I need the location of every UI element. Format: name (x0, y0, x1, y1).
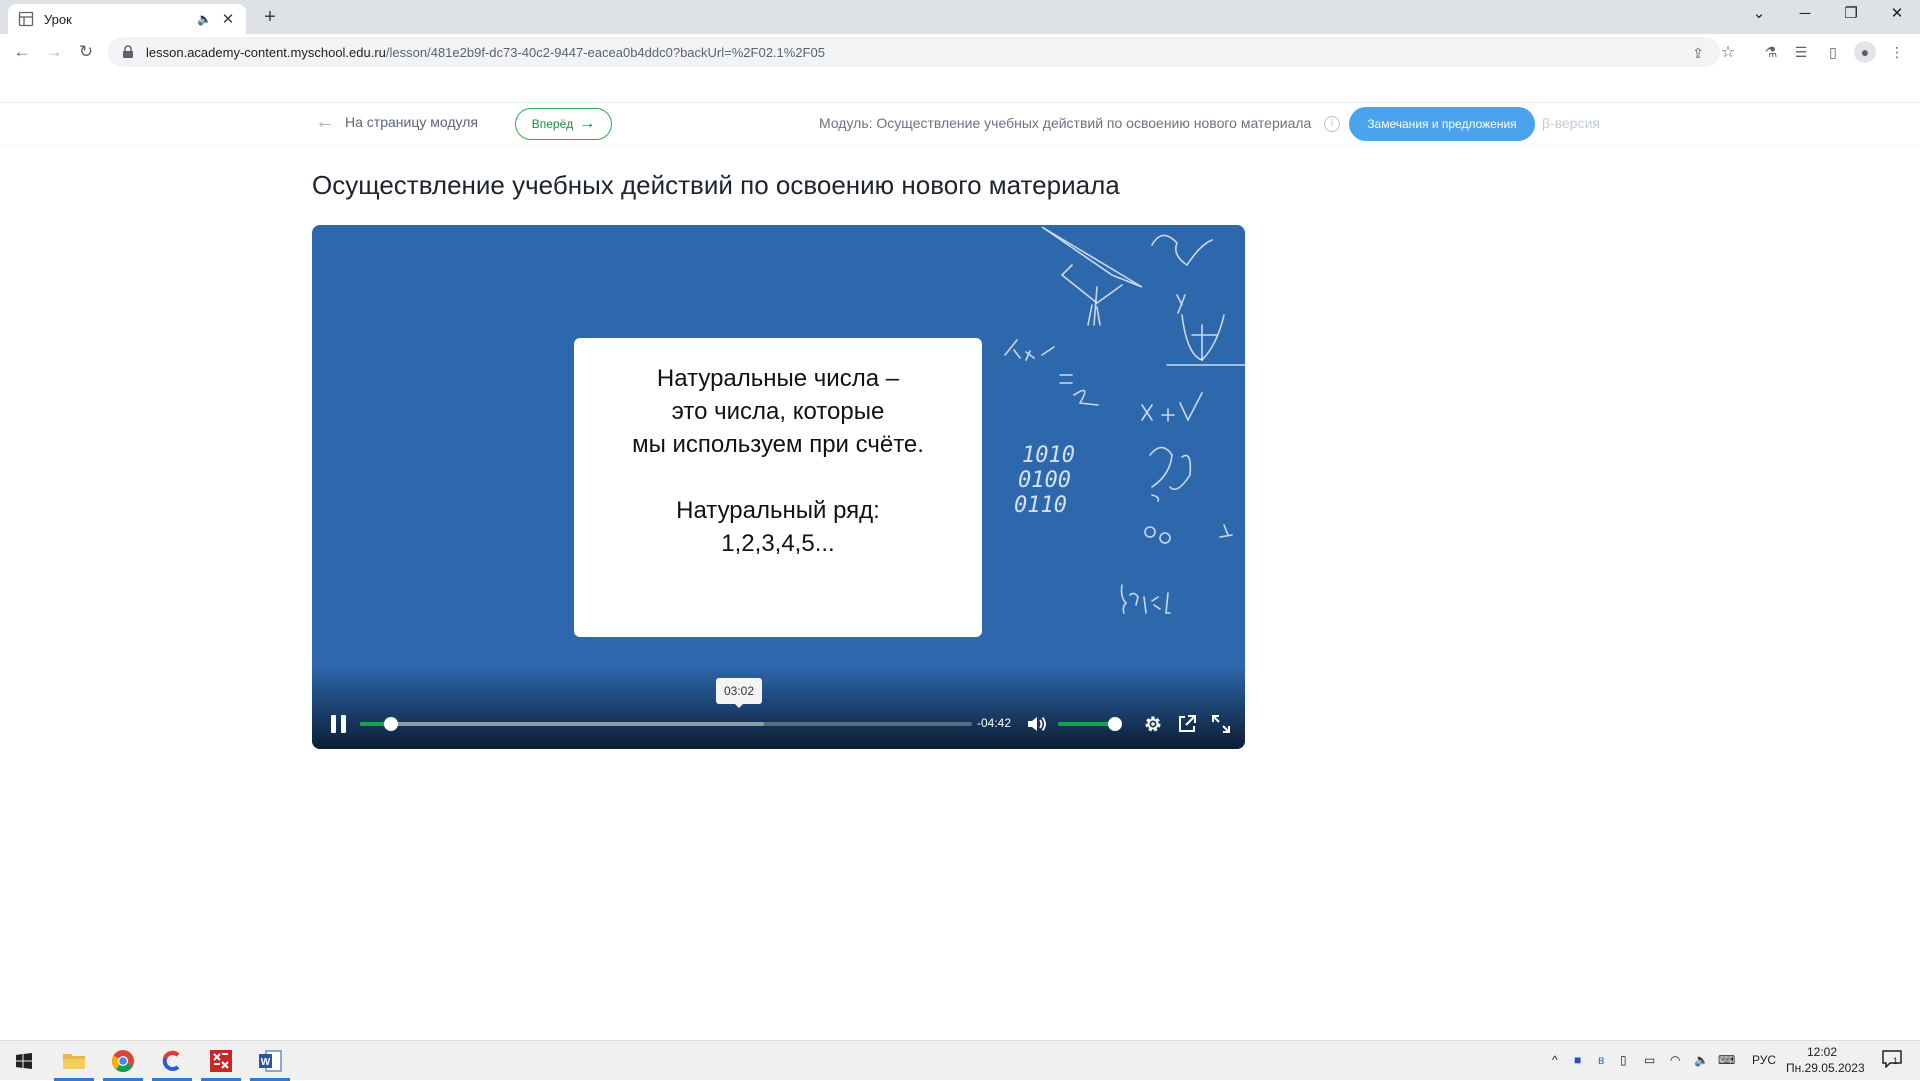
back-to-module-label: На страницу модуля (345, 114, 478, 130)
svg-text:W: W (261, 1057, 271, 1068)
slide-line-3: мы используем при счёте. (632, 431, 924, 458)
windows-taskbar: W ^ ■ ʙ ▯ ▭ ◠ 🔈 ⌨ РУС 12:02 Пн.29.05.202… (0, 1040, 1920, 1081)
volume-thumb[interactable] (1107, 717, 1122, 731)
forward-button[interactable]: Вперёд → (515, 108, 612, 140)
browser-toolbar: ← → ↻ lesson.academy-content.myschool.ed… (0, 34, 1920, 70)
seek-played (360, 722, 385, 726)
beta-label: β-версия (1542, 115, 1600, 131)
site-header: ← На страницу модуля Вперёд → Модуль: Ос… (0, 102, 1920, 144)
controls-gradient (312, 665, 1245, 749)
page-title: Осуществление учебных действий по освоен… (312, 170, 1120, 200)
chalk-doodle-illustration: 1010 0100 0110 (1004, 226, 1245, 614)
usb-icon[interactable]: ▯ (1620, 1053, 1627, 1067)
start-windows-icon[interactable] (0, 1041, 48, 1081)
url-host: lesson.academy-content.myschool.edu.ru (146, 44, 386, 60)
keyboard-icon[interactable]: ⌨ (1718, 1053, 1735, 1067)
clock-time: 12:02 (1806, 1045, 1838, 1059)
clock[interactable]: 12:02 Пн.29.05.2023 (1786, 1044, 1865, 1076)
volume-icon[interactable] (1026, 714, 1048, 734)
chrome-icon[interactable] (99, 1041, 147, 1081)
slide-line-1: Натуральные числа – (656, 365, 900, 392)
file-explorer-icon[interactable] (50, 1041, 98, 1081)
tab-search-icon[interactable]: ⌄ (1736, 0, 1782, 30)
video-player[interactable]: 1010 0100 0110 Натуральные числа – это ч… (312, 225, 1245, 749)
battery-icon[interactable]: ▭ (1644, 1053, 1655, 1067)
back-icon[interactable]: ← (8, 38, 36, 66)
clock-date: Пн.29.05.2023 (1786, 1061, 1865, 1075)
reload-icon[interactable]: ↻ (72, 38, 100, 66)
language-indicator[interactable]: РУС (1752, 1053, 1776, 1067)
slide-line-5: 1,2,3,4,5... (721, 530, 835, 557)
slide-card: Натуральные числа – это числа, которые м… (574, 338, 982, 637)
forward-label: Вперёд (531, 117, 574, 131)
browser-tab[interactable]: Урок 🔈 ✕ (8, 4, 246, 34)
tray-app-icon[interactable]: ■ (1574, 1053, 1581, 1067)
profile-avatar-icon[interactable]: ● (1854, 41, 1876, 63)
close-window-button[interactable]: ✕ (1874, 0, 1920, 30)
lab-flask-icon[interactable]: ⚗ (1760, 41, 1782, 63)
info-icon[interactable]: i (1324, 116, 1340, 132)
tab-audio-icon[interactable]: 🔈 (197, 12, 212, 26)
restore-button[interactable]: ❐ (1828, 0, 1874, 30)
notifications-icon[interactable]: 1 (1882, 1050, 1902, 1071)
browser-tabstrip: Урок 🔈 ✕ + ⌄ ─ ❐ ✕ (0, 0, 1920, 34)
page-favicon-icon (18, 11, 34, 27)
bluetooth-icon[interactable]: ʙ (1598, 1053, 1604, 1067)
tab-close-icon[interactable]: ✕ (220, 10, 236, 28)
tray-chevron-icon[interactable]: ^ (1552, 1053, 1558, 1067)
svg-text:0100: 0100 (1018, 468, 1071, 493)
side-panel-icon[interactable]: ▯ (1822, 41, 1844, 63)
popout-icon[interactable] (1176, 713, 1198, 735)
wifi-icon[interactable]: ◠ (1670, 1053, 1680, 1067)
minimize-button[interactable]: ─ (1782, 0, 1828, 30)
url-path: /lesson/481e2b9f-dc73-40c2-9447-eacea0b4… (385, 44, 825, 60)
arrow-right-icon: → (579, 115, 596, 132)
puzzle-app-icon[interactable] (197, 1041, 245, 1081)
seek-bar[interactable] (360, 717, 972, 731)
svg-text:0110: 0110 (1014, 493, 1067, 518)
slide-line-2: это числа, которые (671, 398, 885, 425)
reading-list-icon[interactable]: ☰ (1790, 41, 1812, 63)
feedback-button[interactable]: Замечания и предложения (1349, 107, 1535, 141)
tab-title: Урок (44, 11, 72, 27)
c-app-icon[interactable] (148, 1041, 196, 1081)
word-icon[interactable]: W (246, 1041, 294, 1081)
speaker-icon[interactable]: 🔈 (1694, 1053, 1709, 1067)
volume-fill (1058, 722, 1108, 726)
address-bar[interactable]: lesson.academy-content.myschool.edu.ru/l… (108, 37, 1735, 67)
seek-buffered (360, 722, 764, 726)
fullscreen-icon[interactable] (1210, 713, 1232, 735)
slide-line-4: Натуральный ряд: (676, 497, 880, 524)
seek-time-tooltip: 03:02 (716, 678, 762, 708)
volume-slider[interactable] (1058, 717, 1122, 731)
module-label: Модуль: Осуществление учебных действий п… (819, 115, 1312, 131)
notification-count: 1 (1893, 1056, 1899, 1066)
remaining-time: -04:42 (977, 716, 1012, 730)
forward-icon[interactable]: → (40, 38, 68, 66)
svg-text:1010: 1010 (1022, 443, 1075, 468)
settings-gear-icon[interactable] (1142, 713, 1164, 735)
back-to-module-link[interactable]: ← На страницу модуля (315, 111, 478, 133)
arrow-left-icon: ← (315, 111, 335, 133)
menu-kebab-icon[interactable]: ⋮ (1886, 41, 1908, 63)
pause-icon[interactable] (331, 715, 347, 733)
lock-icon (123, 45, 133, 58)
bookmark-star-icon[interactable]: ☆ (1718, 43, 1738, 63)
new-tab-button[interactable]: + (258, 5, 282, 29)
share-icon[interactable]: ⇪ (1688, 43, 1708, 63)
